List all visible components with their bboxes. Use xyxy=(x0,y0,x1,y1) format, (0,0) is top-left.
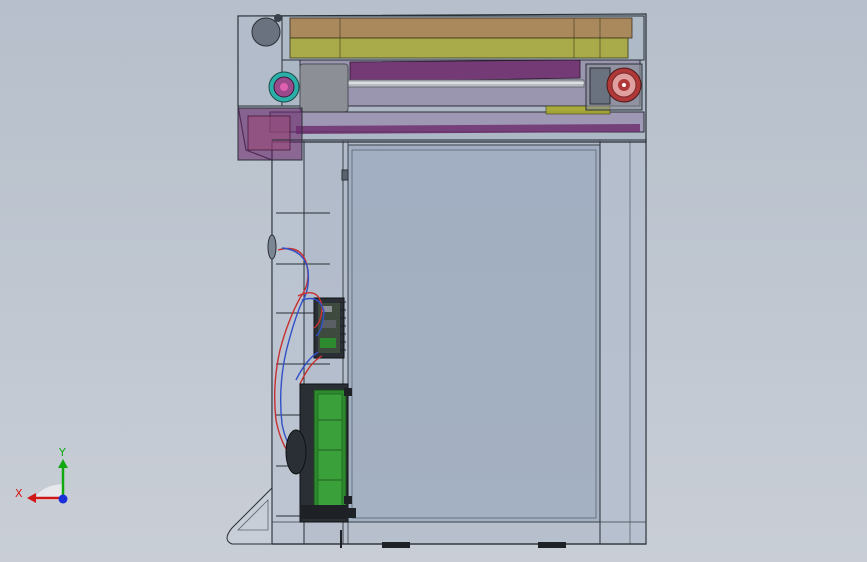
pcb-board xyxy=(313,297,346,359)
foot-pad-left xyxy=(382,542,410,548)
top-left-knob xyxy=(251,17,281,47)
cad-3d-viewport[interactable]: Y X xyxy=(0,0,867,562)
foot-pad-right xyxy=(538,542,566,548)
triad-x-label: X xyxy=(15,487,23,500)
left-gear xyxy=(268,71,300,103)
triad-x-arrow xyxy=(27,493,36,503)
cad-model-drawing[interactable]: Y X xyxy=(0,0,867,562)
triad-y-label: Y xyxy=(58,446,66,459)
base-foot xyxy=(226,486,273,545)
orientation-triad[interactable]: Y X xyxy=(15,446,68,504)
right-gear xyxy=(585,63,643,111)
triad-z-axis xyxy=(58,494,68,504)
divider-clip-top xyxy=(341,169,349,181)
triad-y-arrow xyxy=(58,459,68,468)
side-knob xyxy=(267,234,277,260)
